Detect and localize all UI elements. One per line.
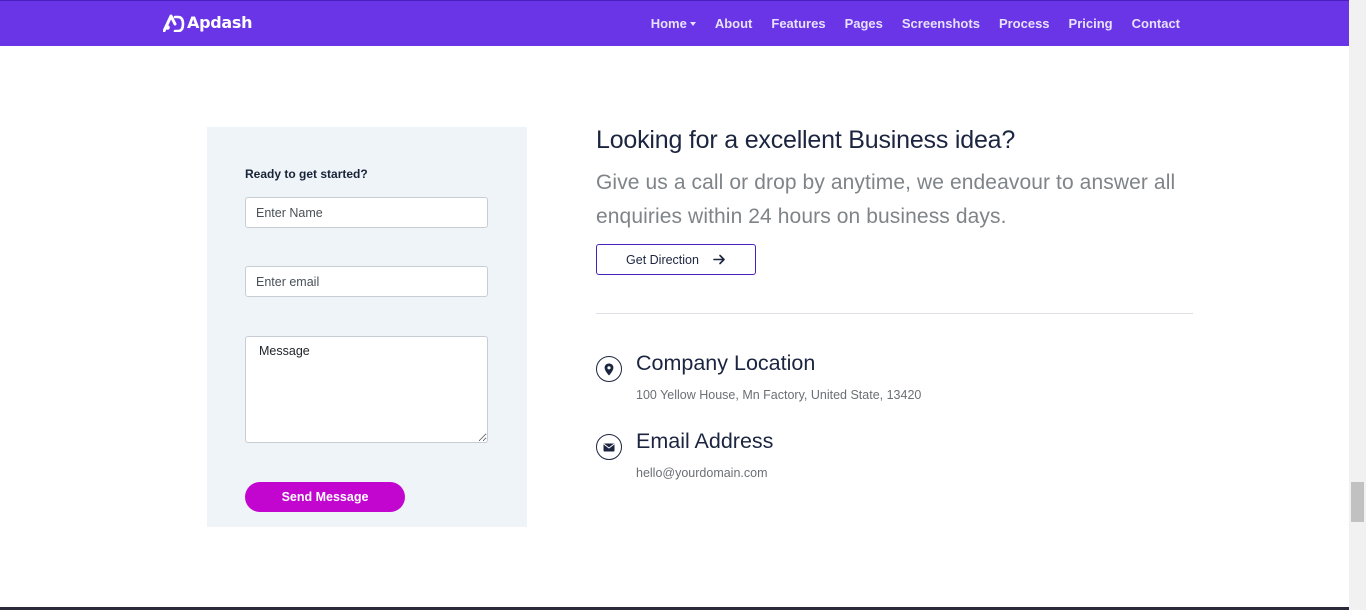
map-pin-icon [596, 356, 622, 382]
section-divider [596, 313, 1193, 314]
nav-item-label: Pages [844, 16, 883, 31]
envelope-icon [596, 434, 622, 460]
nav-item-label: Home [650, 16, 687, 31]
brand-logo-link[interactable]: Apdash [163, 13, 253, 32]
message-textarea[interactable] [245, 336, 488, 443]
section-lead: Give us a call or drop by anytime, we en… [596, 171, 1176, 228]
name-input[interactable] [245, 197, 488, 228]
nav-item-label: Contact [1131, 16, 1180, 31]
location-title: Company Location [636, 351, 816, 375]
nav-item-home[interactable]: Home [651, 16, 696, 31]
caret-down-icon [689, 21, 696, 26]
nav-item-features[interactable]: Features [771, 16, 825, 31]
nav-item-label: Screenshots [901, 16, 980, 31]
brand-name: Apdash [187, 13, 253, 32]
apdash-logo-icon [163, 14, 185, 32]
nav-item-process[interactable]: Process [999, 16, 1050, 31]
nav-item-label: Pricing [1068, 16, 1113, 31]
email-title: Email Address [636, 429, 774, 453]
arrow-right-icon [713, 254, 726, 265]
scrollbar-thumb[interactable] [1351, 482, 1364, 522]
nav-item-pricing[interactable]: Pricing [1069, 16, 1113, 31]
nav-item-about[interactable]: About [715, 16, 753, 31]
get-direction-button[interactable]: Get Direction [596, 244, 756, 275]
contact-form-card [207, 127, 527, 527]
nav-item-label: Features [771, 16, 826, 31]
form-heading: Ready to get started? [245, 167, 368, 181]
get-direction-label: Get Direction [626, 252, 699, 267]
send-message-button[interactable]: Send Message [245, 482, 405, 512]
email-input[interactable] [245, 266, 488, 297]
nav-item-label: Process [998, 16, 1050, 31]
page: Apdash Home About Features Pages Screens… [0, 0, 1366, 610]
nav-item-label: About [714, 16, 753, 31]
location-address: 100 Yellow House, Mn Factory, United Sta… [636, 388, 922, 402]
email-address[interactable]: hello@yourdomain.com [636, 466, 768, 480]
nav-item-contact[interactable]: Contact [1132, 16, 1180, 31]
nav-menu: Home About Features Pages Screenshots Pr… [632, 1, 1180, 46]
navbar: Apdash Home About Features Pages Screens… [0, 0, 1349, 46]
section-headline: Looking for a excellent Business idea? [596, 126, 1016, 154]
nav-item-screenshots[interactable]: Screenshots [902, 16, 980, 31]
nav-item-pages[interactable]: Pages [845, 16, 883, 31]
